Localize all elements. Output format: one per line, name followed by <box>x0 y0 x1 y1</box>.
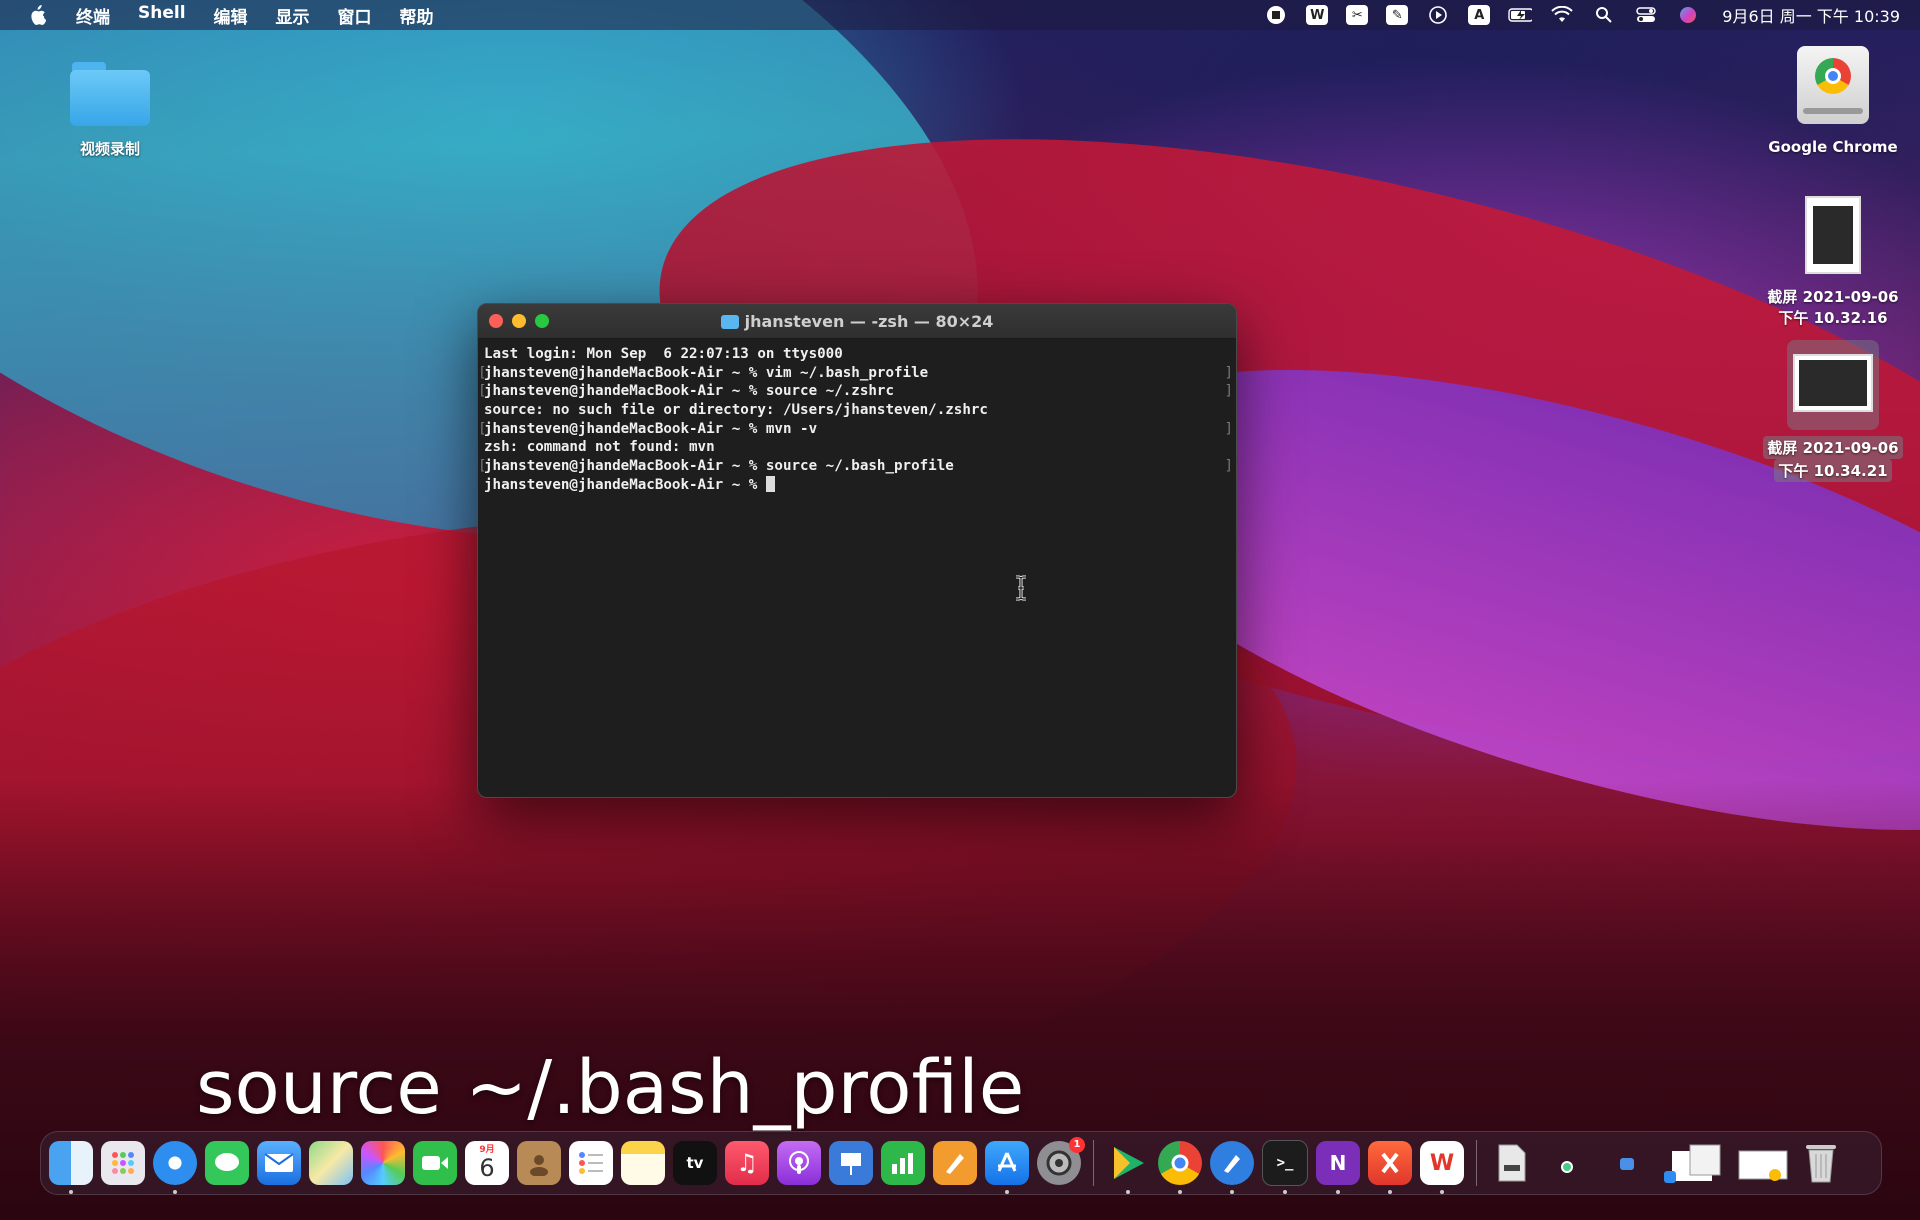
notification-badge: 1 <box>1069 1137 1085 1153</box>
notes-icon[interactable] <box>621 1141 665 1185</box>
menu-bar: 终端 Shell 编辑 显示 窗口 帮助 W ✂ ✎ A 9月6日 周一 下午 … <box>0 0 1920 30</box>
terminal-line: zsh: command not found: mvn <box>484 439 715 456</box>
terminal-title: jhansteven — -zsh — 80×24 <box>478 312 1236 331</box>
onenote-icon[interactable]: N <box>1316 1141 1360 1194</box>
menu-view[interactable]: 显示 <box>262 3 324 28</box>
terminal-line: Last login: Mon Sep 6 22:07:13 on ttys00… <box>484 346 843 362</box>
safari-icon[interactable] <box>153 1141 197 1194</box>
messages-icon[interactable] <box>205 1141 249 1185</box>
terminal-line: [jhansteven@jhandeMacBook-Air ~ % source… <box>478 458 1233 475</box>
tv-icon[interactable]: tv <box>673 1141 717 1185</box>
status-area: W ✂ ✎ A 9月6日 周一 下午 10:39 <box>1264 0 1900 30</box>
desktop-screenshot-2-label-line1: 截屏 2021-09-06 <box>1763 436 1903 459</box>
menubar-clock[interactable]: 9月6日 周一 下午 10:39 <box>1722 3 1900 27</box>
dock-separator <box>1476 1140 1477 1186</box>
desktop-screenshot-1-label-line2: 下午 10.32.16 <box>1778 309 1888 327</box>
battery-icon[interactable] <box>1508 5 1533 25</box>
siri-icon[interactable] <box>1676 5 1700 25</box>
infuse-icon[interactable] <box>1106 1141 1150 1194</box>
terminal-titlebar[interactable]: jhansteven — -zsh — 80×24 <box>478 304 1236 339</box>
numbers-icon[interactable] <box>881 1141 925 1185</box>
dock-separator <box>1093 1140 1094 1186</box>
wps-icon[interactable]: W <box>1306 5 1329 25</box>
wps-icon[interactable]: W <box>1420 1141 1464 1194</box>
tv-label: tv <box>686 1154 704 1172</box>
contacts-icon[interactable] <box>517 1141 561 1185</box>
pen-app-icon[interactable] <box>1210 1141 1254 1194</box>
mail-icon[interactable] <box>257 1141 301 1185</box>
screenshot-tool-icon[interactable]: ✂ <box>1346 5 1369 25</box>
dock: 9月 6 tv ♫ 1 >_ N W <box>40 1131 1882 1195</box>
finder-icon[interactable] <box>49 1141 93 1194</box>
desktop-screenshot-2-label-line2: 下午 10.34.21 <box>1774 459 1892 482</box>
maps-icon[interactable] <box>309 1141 353 1185</box>
stop-record-icon[interactable] <box>1264 5 1288 25</box>
input-method-icon[interactable]: A <box>1468 5 1491 25</box>
menu-help[interactable]: 帮助 <box>386 3 448 28</box>
screenshot-app-icon[interactable] <box>1368 1141 1412 1194</box>
desktop-chrome[interactable]: Google Chrome <box>1760 46 1906 156</box>
menu-edit[interactable]: 编辑 <box>200 3 262 28</box>
music-icon[interactable]: ♫ <box>725 1141 769 1185</box>
reminders-icon[interactable] <box>569 1141 613 1185</box>
selection-highlight <box>1787 340 1879 430</box>
document-stack-icon[interactable] <box>1489 1141 1533 1185</box>
window-thumbnail-icon[interactable] <box>1735 1141 1791 1185</box>
pen-icon[interactable]: ✎ <box>1386 5 1409 25</box>
pages-icon[interactable] <box>933 1141 977 1185</box>
desktop-screenshot-1[interactable]: 截屏 2021-09-06 下午 10.32.16 <box>1750 196 1916 328</box>
wifi-icon[interactable] <box>1550 5 1574 25</box>
terminal-content[interactable]: Last login: Mon Sep 6 22:07:13 on ttys00… <box>478 339 1236 501</box>
folder-icon <box>70 62 150 126</box>
terminal-line: [jhansteven@jhandeMacBook-Air ~ % source… <box>478 383 1233 400</box>
recent-item-icon[interactable] <box>1601 1141 1653 1185</box>
keynote-icon[interactable] <box>829 1141 873 1185</box>
desktop-folder-label: 视频录制 <box>79 140 140 158</box>
terminal-line: [jhansteven@jhandeMacBook-Air ~ % mvn -v… <box>478 420 1233 437</box>
desktop-folder[interactable]: 视频录制 <box>60 62 160 159</box>
app-store-icon[interactable] <box>985 1141 1029 1194</box>
menu-window[interactable]: 窗口 <box>324 3 386 28</box>
calendar-icon[interactable]: 9月 6 <box>465 1141 509 1185</box>
spotlight-icon[interactable] <box>1592 5 1616 25</box>
menu-terminal[interactable]: 终端 <box>62 3 124 28</box>
trash-icon[interactable] <box>1799 1141 1843 1185</box>
chrome-icon[interactable] <box>1158 1141 1202 1194</box>
video-caption: source ~/.bash_profile <box>196 1045 1025 1131</box>
launchpad-icon[interactable] <box>101 1141 145 1185</box>
screenshot-thumbnail-icon <box>1805 196 1861 274</box>
app-menus: 终端 Shell 编辑 显示 窗口 帮助 <box>62 3 448 28</box>
downloads-stack-icon[interactable] <box>1541 1141 1593 1185</box>
terminal-window[interactable]: jhansteven — -zsh — 80×24 Last login: Mo… <box>477 303 1237 798</box>
screenshot-thumbnail-icon <box>1793 354 1873 412</box>
terminal-line: [jhansteven@jhandeMacBook-Air ~ % vim ~/… <box>478 364 1233 381</box>
control-center-icon[interactable] <box>1634 5 1658 25</box>
calendar-day: 6 <box>479 1154 495 1182</box>
system-preferences-icon[interactable]: 1 <box>1037 1137 1085 1185</box>
terminal-line: source: no such file or directory: /User… <box>484 402 988 419</box>
terminal-prompt-line[interactable]: jhansteven@jhandeMacBook-Air ~ % <box>484 475 1230 495</box>
window-thumbnail-icon[interactable] <box>1661 1141 1727 1185</box>
chrome-icon <box>1797 46 1869 124</box>
terminal-icon[interactable]: >_ <box>1262 1140 1308 1194</box>
apple-icon[interactable] <box>22 0 52 30</box>
facetime-icon[interactable] <box>413 1141 457 1185</box>
desktop-chrome-label: Google Chrome <box>1768 138 1898 156</box>
folder-icon <box>720 315 739 329</box>
photos-icon[interactable] <box>361 1141 405 1185</box>
podcasts-icon[interactable] <box>777 1141 821 1185</box>
desktop-screenshot-1-label-line1: 截屏 2021-09-06 <box>1767 288 1899 306</box>
ibeam-cursor-icon <box>1016 575 1026 601</box>
text-cursor <box>765 475 775 492</box>
desktop-screenshot-2[interactable]: 截屏 2021-09-06 下午 10.34.21 <box>1750 340 1916 482</box>
play-icon[interactable] <box>1426 5 1450 25</box>
terminal-title-text: jhansteven — -zsh — 80×24 <box>744 312 994 331</box>
menu-shell[interactable]: Shell <box>124 3 200 28</box>
